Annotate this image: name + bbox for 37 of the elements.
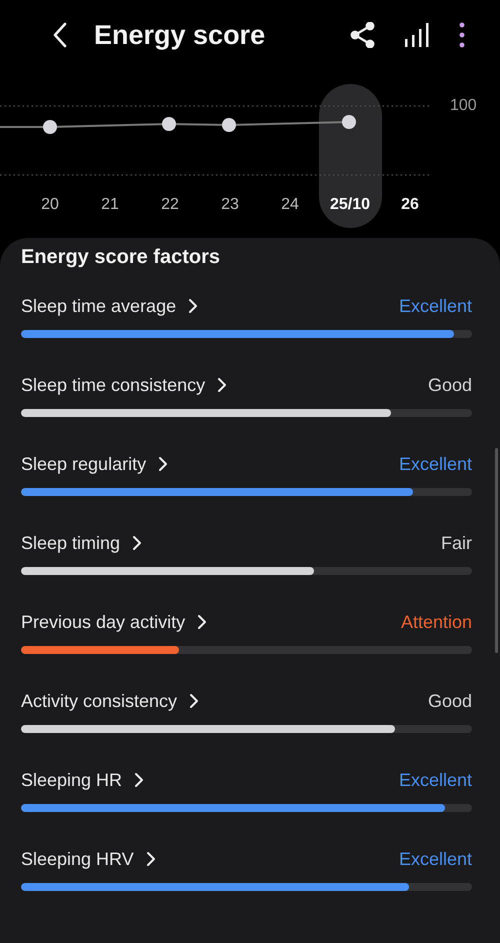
factor-link[interactable]: Sleep regularity: [21, 454, 146, 474]
more-options-icon[interactable]: [458, 22, 466, 48]
share-icon[interactable]: [350, 22, 376, 48]
factor-link[interactable]: Sleeping HRV: [21, 848, 134, 870]
date-tab[interactable]: 24: [260, 195, 320, 215]
factor-status: Excellent: [398, 454, 472, 474]
chevron-right-icon[interactable]: [132, 535, 142, 551]
bar-chart-icon[interactable]: [404, 22, 430, 48]
axis-label: 100: [450, 97, 477, 115]
selected-date-tab[interactable]: 25/10: [320, 195, 380, 215]
factor-status: Excellent: [398, 848, 472, 870]
factor-status: Good: [428, 374, 472, 396]
date-tab[interactable]: 26: [380, 195, 440, 215]
chevron-right-icon[interactable]: [189, 693, 200, 709]
factor-link[interactable]: Sleep time consistency: [21, 374, 206, 396]
chevron-right-icon[interactable]: [158, 456, 168, 472]
factor-link[interactable]: Previous day activity: [21, 612, 186, 632]
factor-link[interactable]: Activity consistency: [21, 690, 178, 712]
factor-status: Good: [428, 690, 472, 712]
date-tab[interactable]: 20: [20, 195, 80, 215]
factor-status: Excellent: [398, 296, 472, 316]
card-title: Energy score factors: [21, 246, 221, 269]
date-tab[interactable]: 21: [80, 195, 140, 215]
factor-link[interactable]: Sleep time average: [21, 296, 176, 316]
chevron-right-icon[interactable]: [134, 772, 144, 788]
factor-link[interactable]: Sleep timing: [21, 532, 120, 554]
factor-status: Fair: [441, 532, 472, 554]
factor-link[interactable]: Sleeping HR: [21, 770, 122, 790]
factor-status: Attention: [400, 612, 472, 632]
factor-status: Excellent: [398, 770, 472, 790]
chevron-right-icon[interactable]: [188, 298, 198, 314]
page-title: Energy score: [94, 20, 266, 50]
date-tab[interactable]: 23: [200, 195, 260, 215]
chevron-right-icon[interactable]: [217, 377, 228, 393]
chevron-right-icon[interactable]: [197, 614, 208, 630]
chevron-right-icon[interactable]: [146, 851, 156, 867]
date-tab[interactable]: 22: [140, 195, 200, 215]
